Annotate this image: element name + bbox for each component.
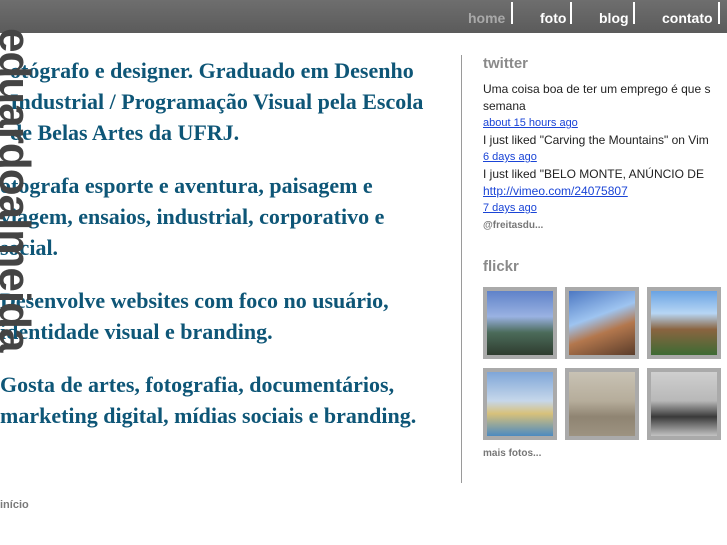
nav-separator [511, 2, 513, 24]
brand-name: eduardoalmeida [0, 28, 36, 352]
nav-home[interactable]: home [468, 0, 505, 33]
flickr-photo-thumbnail[interactable] [565, 368, 639, 440]
tweet-timestamp[interactable]: 7 days ago [483, 200, 727, 217]
photo-image [651, 372, 717, 436]
flickr-photo-thumbnail[interactable] [647, 287, 721, 359]
site-logo[interactable]: eduardoalmeida [0, 28, 36, 408]
flickr-photo-thumbnail[interactable] [483, 287, 557, 359]
twitter-profile-link[interactable]: @freitasdu... [483, 220, 727, 231]
flickr-photo-thumbnail[interactable] [647, 368, 721, 440]
nav-separator [570, 2, 572, 24]
twitter-widget: twitter Uma coisa boa de ter um emprego … [483, 55, 727, 231]
nav-blog[interactable]: blog [599, 0, 629, 33]
tweet-timestamp[interactable]: 6 days ago [483, 149, 727, 166]
tweet-timestamp[interactable]: about 15 hours ago [483, 115, 727, 132]
photo-image [651, 291, 717, 355]
nav-separator [633, 2, 635, 24]
flickr-heading: flickr [483, 258, 519, 275]
nav-contato[interactable]: contato [662, 0, 713, 33]
photo-image [487, 291, 553, 355]
bio-paragraph: otógrafo e designer. Graduado em Desenho… [10, 58, 424, 145]
tweet-text: I just liked "Carving the Mountains" on … [483, 133, 709, 147]
column-divider [461, 55, 462, 483]
bio-paragraph: Desenvolve websites com foco no usuário,… [0, 288, 389, 344]
bio-paragraph: otografa esporte e aventura, paisagem e … [0, 173, 385, 260]
twitter-heading: twitter [483, 55, 528, 72]
photo-image [569, 372, 635, 436]
nav-separator [718, 2, 720, 24]
tweet-text: Uma coisa boa de ter um emprego é que s … [483, 82, 711, 113]
bio-paragraph: Gosta de artes, fotografia, documentário… [0, 372, 417, 428]
flickr-photo-thumbnail[interactable] [565, 287, 639, 359]
flickr-photo-thumbnail[interactable] [483, 368, 557, 440]
photo-image [487, 372, 553, 436]
more-photos-link[interactable]: mais fotos... [483, 448, 727, 459]
tweet-text: I just liked "BELO MONTE, ANÚNCIO DE [483, 167, 704, 181]
flickr-thumbnail-grid [483, 287, 727, 440]
flickr-widget: flickr mais fotos... [483, 258, 727, 459]
nav-foto[interactable]: foto [540, 0, 566, 33]
photo-image [569, 291, 635, 355]
tweet-link[interactable]: http://vimeo.com/24075807 [483, 183, 727, 200]
home-footer-link[interactable]: início [0, 499, 29, 511]
bio-content: otógrafo e designer. Graduado em Desenho… [0, 55, 440, 453]
top-navigation-bar: home foto blog contato [0, 0, 727, 33]
